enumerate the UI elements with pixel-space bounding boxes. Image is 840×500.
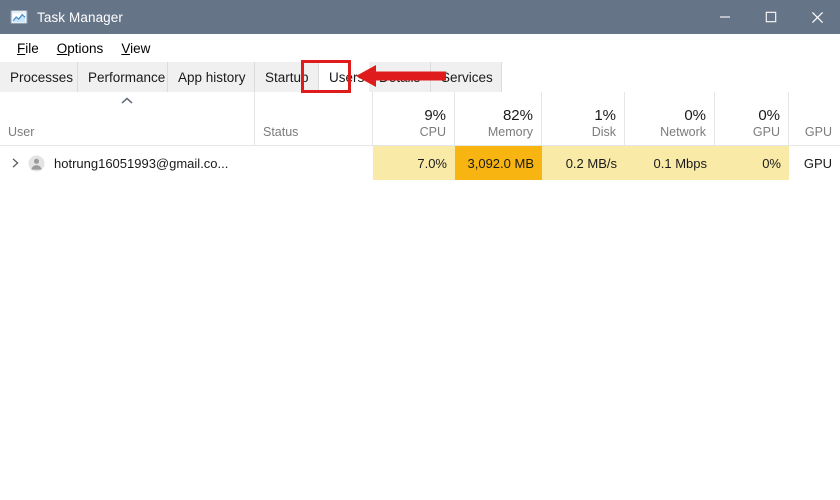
tab-label: Performance (88, 69, 166, 85)
column-header-gpu[interactable]: 0% GPU (715, 92, 789, 145)
column-label-network: Network (660, 125, 706, 139)
table-empty-area (0, 180, 840, 500)
tab-label: Services (441, 69, 493, 85)
menu-bar: File Options View (0, 34, 840, 62)
tab-services[interactable]: Services (431, 62, 502, 92)
column-summary-memory: 82% (502, 107, 533, 124)
tab-details[interactable]: Details (369, 62, 431, 92)
column-header-gpu-engine[interactable]: GPU (789, 92, 840, 145)
cell-memory: 3,092.0 MB (455, 146, 542, 180)
task-manager-window: Task Manager File Options View Processes… (0, 0, 840, 500)
menu-item-options[interactable]: Options (48, 39, 113, 58)
tab-performance[interactable]: Performance (78, 62, 168, 92)
column-summary-network: 0% (684, 107, 706, 124)
sort-ascending-caret-icon (121, 97, 133, 104)
minimize-button[interactable] (702, 0, 748, 34)
cell-gpu-engine: GPU (789, 146, 840, 180)
column-label-memory: Memory (487, 125, 533, 139)
tab-label: Processes (10, 69, 74, 85)
memory-value: 3,092.0 MB (467, 155, 535, 171)
tab-processes[interactable]: Processes (0, 62, 78, 92)
cell-cpu: 7.0% (373, 146, 455, 180)
user-name-label: hotrung16051993@gmail.co... (54, 155, 229, 171)
column-header-cpu[interactable]: 9% CPU (373, 92, 455, 145)
gpu-engine-value: GPU (803, 155, 832, 171)
cell-gpu: 0% (715, 146, 789, 180)
tab-label: Startup (265, 69, 309, 85)
user-avatar-icon (28, 155, 45, 171)
network-value: 0.1 Mbps (653, 155, 707, 171)
close-icon (811, 11, 823, 23)
tab-app-history[interactable]: App history (168, 62, 255, 92)
tab-label: Users (329, 69, 365, 85)
menu-item-view[interactable]: View (112, 39, 159, 58)
minimize-icon (720, 16, 730, 18)
close-button[interactable] (794, 0, 840, 34)
column-label-status: Status (263, 125, 299, 139)
chevron-right-icon[interactable] (6, 154, 24, 172)
cell-status (255, 146, 373, 180)
maximize-button[interactable] (748, 0, 794, 34)
disk-value: 0.2 MB/s (565, 155, 617, 171)
column-header-memory[interactable]: 82% Memory (455, 92, 542, 145)
window-controls (702, 0, 840, 34)
table-header-row: User Status 9% CPU 82% Memory 1% Disk 0%… (0, 92, 840, 146)
gpu-value: 0% (762, 155, 781, 171)
column-label-gpu: GPU (752, 125, 780, 139)
column-summary-cpu: 9% (424, 107, 446, 124)
tab-users[interactable]: Users (319, 62, 369, 92)
users-table: User Status 9% CPU 82% Memory 1% Disk 0%… (0, 92, 840, 500)
column-label-disk: Disk (591, 125, 616, 139)
task-manager-chart-icon (10, 10, 28, 24)
column-header-status[interactable]: Status (255, 92, 373, 145)
cell-user[interactable]: hotrung16051993@gmail.co... (0, 146, 255, 180)
cpu-value: 7.0% (417, 155, 447, 171)
tab-strip-filler (502, 62, 840, 92)
column-label-cpu: CPU (419, 125, 446, 139)
maximize-icon (765, 11, 777, 23)
title-bar[interactable]: Task Manager (0, 0, 840, 34)
column-header-disk[interactable]: 1% Disk (542, 92, 625, 145)
column-summary-disk: 1% (594, 107, 616, 124)
tab-label: Details (379, 69, 421, 85)
cell-network: 0.1 Mbps (625, 146, 715, 180)
tab-startup[interactable]: Startup (255, 62, 319, 92)
column-label-user: User (8, 125, 35, 139)
menu-item-file[interactable]: File (8, 39, 48, 58)
table-row[interactable]: hotrung16051993@gmail.co... 7.0% 3,092.0… (0, 146, 840, 180)
column-label-gpu-engine: GPU (804, 125, 832, 139)
column-header-user[interactable]: User (0, 92, 255, 145)
cell-disk: 0.2 MB/s (542, 146, 625, 180)
window-title: Task Manager (37, 9, 123, 25)
column-summary-gpu: 0% (758, 107, 780, 124)
column-header-network[interactable]: 0% Network (625, 92, 715, 145)
tab-label: App history (178, 69, 246, 85)
tab-strip: Processes Performance App history Startu… (0, 62, 840, 92)
